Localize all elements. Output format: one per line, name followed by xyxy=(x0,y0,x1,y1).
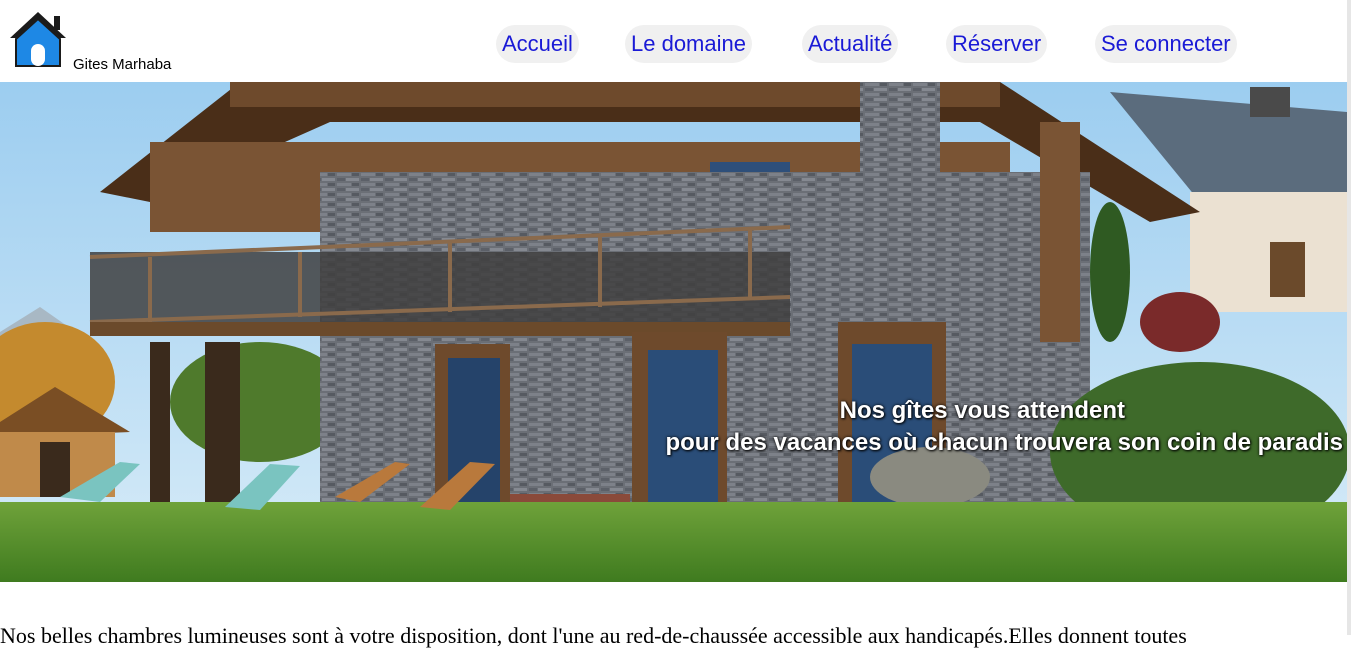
main-nav: Accueil Le domaine Actualité Réserver Se… xyxy=(0,25,1351,63)
nav-actualite[interactable]: Actualité xyxy=(802,25,899,63)
page-scrollbar[interactable] xyxy=(1347,0,1351,635)
nav-accueil[interactable]: Accueil xyxy=(496,25,579,63)
site-header: Gites Marhaba Accueil Le domaine Actuali… xyxy=(0,0,1351,82)
hero-banner: Nos gîtes vous attendent pour des vacanc… xyxy=(0,82,1347,582)
hero-chalet-image xyxy=(0,82,1347,582)
nav-le-domaine[interactable]: Le domaine xyxy=(625,25,752,63)
hero-tagline-line-1: Nos gîtes vous attendent xyxy=(839,397,1125,424)
hero-tagline-line-2: pour des vacances où chacun trouvera son… xyxy=(665,429,1343,456)
nav-se-connecter[interactable]: Se connecter xyxy=(1095,25,1237,63)
nav-reserver[interactable]: Réserver xyxy=(946,25,1048,63)
intro-paragraph: Nos belles chambres lumineuses sont à vo… xyxy=(0,623,1187,648)
